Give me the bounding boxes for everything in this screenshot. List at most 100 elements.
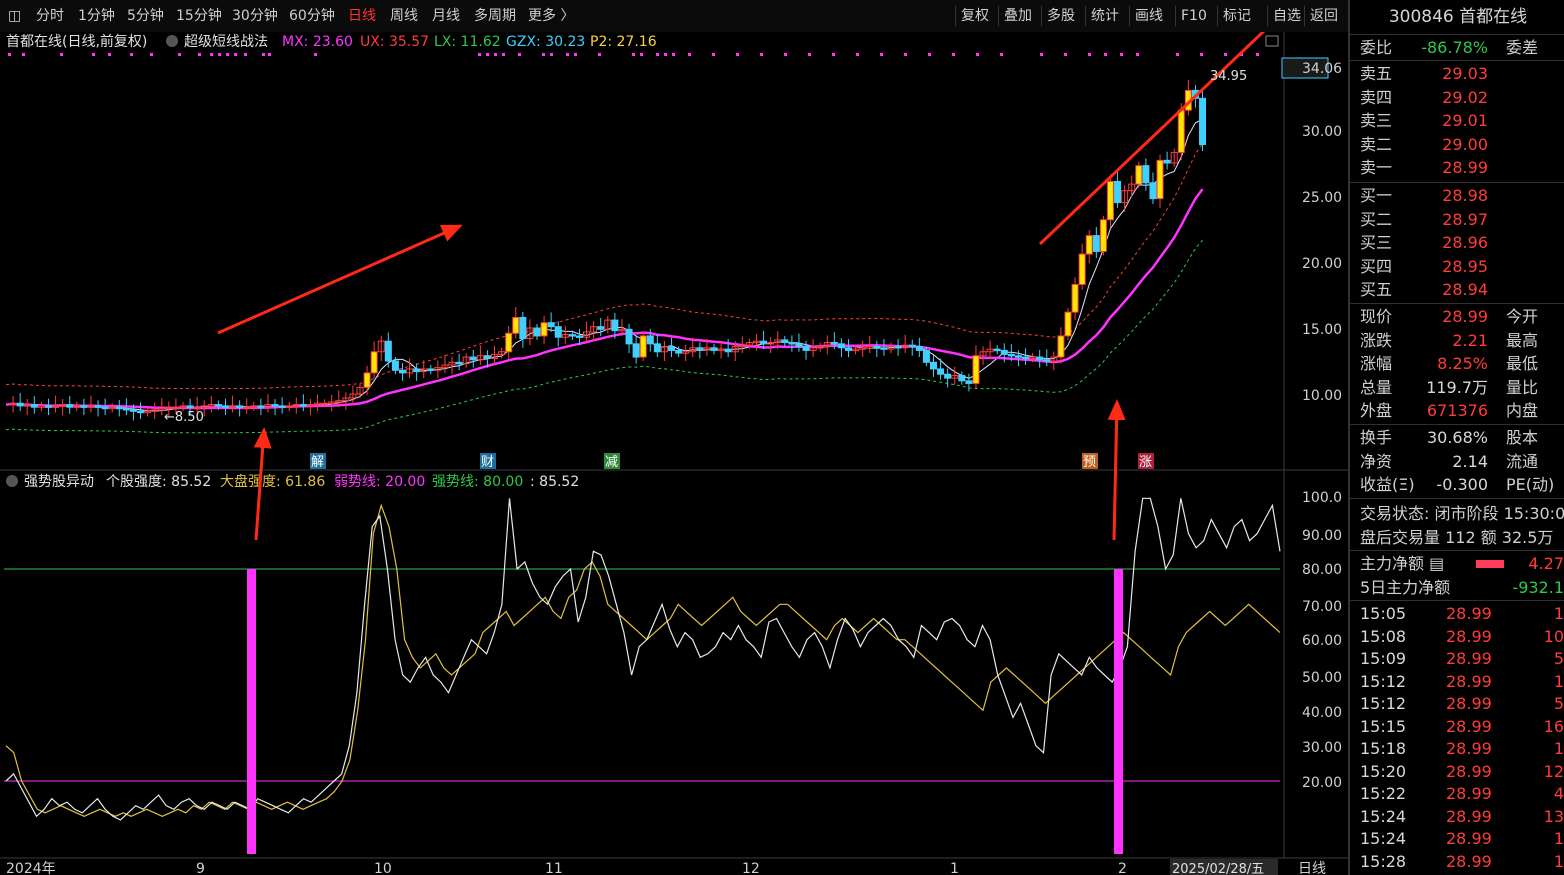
tick-time: 15:22 bbox=[1360, 784, 1407, 803]
toolbar-button-5[interactable]: F10 bbox=[1181, 0, 1207, 32]
stat-label-2: 最低 bbox=[1506, 354, 1539, 374]
weibi-row: 委比 -86.78% 委差 bbox=[1350, 36, 1564, 60]
quote-panel: 300846 首都在线 委比 -86.78% 委差 卖五 29.03 卖四 29.02 卖三 2… bbox=[1348, 0, 1564, 875]
toolbar-tab-3[interactable]: 15分钟 bbox=[176, 0, 222, 32]
kline-chart-area[interactable]: 首都在线(日线,前复权) 超级短线战法 MX: 23.60 UX: 35.57 LX: … bbox=[0, 32, 1348, 875]
bid-label: 买二 bbox=[1360, 209, 1393, 229]
tick-time: 15:15 bbox=[1360, 716, 1407, 736]
toolbar-tab-2[interactable]: 5分钟 bbox=[127, 0, 164, 32]
signal-dot bbox=[518, 53, 521, 56]
tick-time: 15:12 bbox=[1360, 671, 1407, 691]
time-axis-label: 11 bbox=[545, 861, 563, 875]
candle-body bbox=[1064, 311, 1072, 337]
stat-label: 涨跌 bbox=[1360, 330, 1393, 350]
stat-row: 换手 30.68% 股本 bbox=[1350, 426, 1564, 450]
candle-body bbox=[993, 348, 1001, 352]
candle-body bbox=[972, 355, 980, 384]
signal-dot bbox=[22, 53, 25, 56]
signal-dot bbox=[262, 53, 265, 56]
tick-time: 15:09 bbox=[1360, 649, 1407, 668]
stat-label-2: 最高 bbox=[1506, 330, 1539, 350]
candle-body bbox=[944, 373, 952, 379]
signal-dot bbox=[712, 53, 715, 56]
toolbar-button-6[interactable]: 标记 bbox=[1223, 0, 1251, 32]
candle-body bbox=[922, 349, 930, 363]
stock-title: 300846 首都在线 bbox=[1388, 7, 1528, 27]
signal-dot bbox=[234, 53, 237, 56]
divider bbox=[1350, 600, 1564, 601]
stat-label: 外盘 bbox=[1360, 401, 1393, 421]
candle-body bbox=[1007, 353, 1015, 357]
event-tag-label: 财 bbox=[481, 455, 494, 470]
toolbar-button-1[interactable]: 叠加 bbox=[1004, 0, 1032, 32]
toolbar-tab-0[interactable]: 分时 bbox=[36, 0, 64, 32]
time-axis-label: 12 bbox=[742, 861, 760, 875]
candle-body bbox=[1177, 109, 1185, 153]
toolbar-tab-8[interactable]: 月线 bbox=[432, 0, 460, 32]
sub-indicator-value: 大盘强度: 61.86 bbox=[220, 473, 325, 490]
stat-row: 收益(Ξ) -0.300 PE(动) bbox=[1350, 473, 1564, 497]
stat-value: 671376 bbox=[1426, 401, 1488, 421]
candle-body bbox=[483, 355, 491, 359]
tick-row: 15:20 28.99 12 bbox=[1350, 761, 1564, 784]
signal-dot bbox=[688, 53, 691, 56]
tick-row: 15:24 28.99 13 bbox=[1350, 806, 1564, 829]
tick-price: 28.99 bbox=[1446, 694, 1492, 713]
candle-body bbox=[908, 344, 916, 348]
divider bbox=[1350, 34, 1564, 35]
toolbar-menu-icon[interactable]: ◫ bbox=[8, 0, 21, 32]
stat-label: 收益(Ξ) bbox=[1360, 475, 1415, 495]
toolbar-button-8[interactable]: 返回 bbox=[1310, 0, 1338, 32]
candle-body bbox=[16, 402, 24, 407]
signal-dot bbox=[656, 53, 659, 56]
signal-dot bbox=[952, 53, 955, 56]
signal-dot bbox=[832, 53, 835, 56]
after-hours: 盘后交易量 112 额 32.5万 bbox=[1350, 526, 1564, 550]
divider bbox=[1350, 550, 1564, 551]
price-axis-label: 30.00 bbox=[1302, 124, 1342, 140]
tick-row: 15:05 28.99 1 bbox=[1350, 603, 1564, 626]
signal-dot bbox=[60, 53, 63, 56]
candle-body bbox=[533, 327, 541, 337]
toolbar-button-3[interactable]: 统计 bbox=[1091, 0, 1119, 32]
toolbar-tab-5[interactable]: 60分钟 bbox=[289, 0, 335, 32]
ask-row: 卖五 29.03 bbox=[1350, 62, 1564, 86]
price-axis-label: 25.00 bbox=[1302, 190, 1342, 206]
candle-body bbox=[384, 340, 392, 362]
toolbar-separator bbox=[1217, 6, 1218, 26]
signal-dot bbox=[880, 53, 883, 56]
stat-label: 总量 bbox=[1360, 377, 1393, 397]
tick-price: 28.99 bbox=[1446, 649, 1492, 668]
candle-body bbox=[1163, 159, 1171, 164]
toolbar-button-7[interactable]: 自选 bbox=[1273, 0, 1301, 32]
divider bbox=[1350, 182, 1564, 183]
stat-label: 换手 bbox=[1360, 428, 1393, 447]
sub-indicator-toggle-icon bbox=[6, 475, 18, 487]
toolbar-button-0[interactable]: 复权 bbox=[961, 0, 989, 32]
toolbar-tab-7[interactable]: 周线 bbox=[390, 0, 418, 32]
event-tag-label: 涨 bbox=[1139, 455, 1152, 470]
candle-body bbox=[214, 404, 222, 407]
candle-body bbox=[1043, 359, 1051, 362]
toolbar-tab-10[interactable]: 更多 〉 bbox=[528, 0, 574, 32]
signal-dot bbox=[672, 53, 675, 56]
toolbar-tab-9[interactable]: 多周期 bbox=[474, 0, 516, 32]
toolbar-button-4[interactable]: 画线 bbox=[1135, 0, 1163, 32]
candle-body bbox=[880, 347, 888, 350]
tick-price: 28.99 bbox=[1446, 671, 1492, 691]
toolbar-tab-1[interactable]: 1分钟 bbox=[78, 0, 115, 32]
toolbar-tab-4[interactable]: 30分钟 bbox=[232, 0, 278, 32]
signal-dot bbox=[928, 53, 931, 56]
stat-value: 30.68% bbox=[1426, 428, 1488, 447]
toolbar-button-2[interactable]: 多股 bbox=[1047, 0, 1075, 32]
signal-dot bbox=[210, 53, 213, 56]
indicator-value: GZX: 30.23 bbox=[506, 34, 585, 50]
ask-label: 卖三 bbox=[1360, 111, 1393, 131]
candle-body bbox=[929, 361, 937, 370]
signal-dot bbox=[178, 53, 181, 56]
toolbar-tab-6[interactable]: 日线 bbox=[348, 0, 376, 32]
signal-dot bbox=[664, 53, 667, 56]
signal-dot bbox=[226, 53, 229, 56]
ask-label: 卖一 bbox=[1360, 158, 1393, 178]
ask-price: 29.03 bbox=[1442, 64, 1488, 83]
